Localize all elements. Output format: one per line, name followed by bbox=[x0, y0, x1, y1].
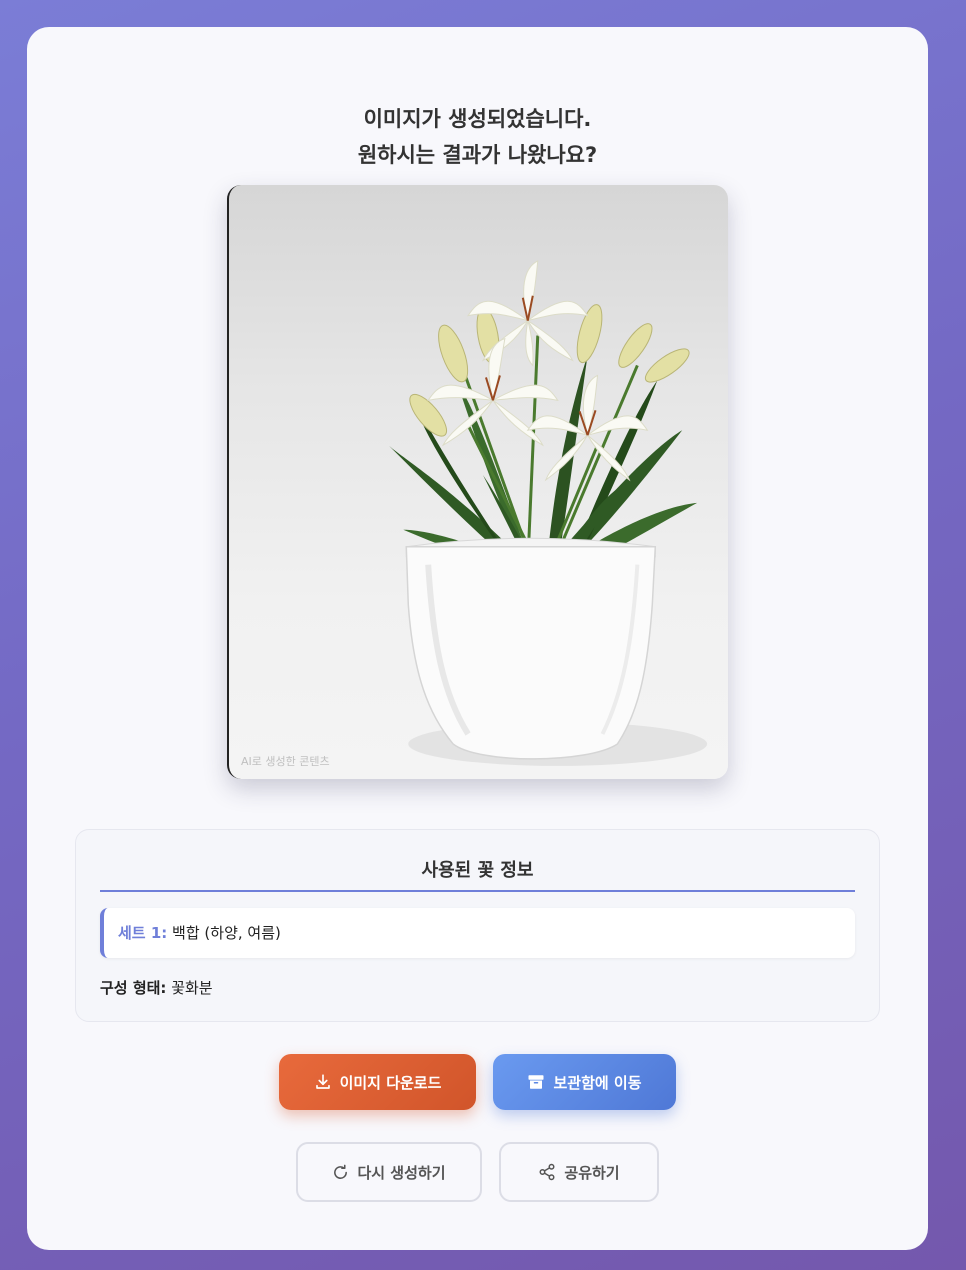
storage-label: 보관함에 이동 bbox=[553, 1073, 642, 1092]
title-line-2: 원하시는 결과가 나왔나요? bbox=[357, 143, 598, 167]
composition-label: 구성 형태: bbox=[100, 979, 167, 997]
lily-plant-illustration bbox=[388, 260, 708, 766]
result-card: 이미지가 생성되었습니다. 원하시는 결과가 나왔나요? AI로 생성한 콘텐츠… bbox=[27, 27, 928, 1250]
set-label: 세트 1: bbox=[118, 924, 168, 942]
download-icon bbox=[314, 1073, 332, 1091]
composition-value: 꽃화분 bbox=[171, 979, 213, 997]
share-button[interactable]: 공유하기 bbox=[499, 1142, 659, 1202]
ai-watermark: AI로 생성한 콘텐츠 bbox=[241, 755, 330, 768]
composition-row: 구성 형태: 꽃화분 bbox=[100, 977, 213, 998]
generated-image: AI로 생성한 콘텐츠 bbox=[227, 185, 728, 779]
flower-info-panel: 사용된 꽃 정보 세트 1: 백합 (하양, 여름) 구성 형태: 꽃화분 bbox=[75, 829, 880, 1022]
title-line-1: 이미지가 생성되었습니다. bbox=[363, 107, 592, 131]
regenerate-button[interactable]: 다시 생성하기 bbox=[296, 1142, 482, 1202]
share-label: 공유하기 bbox=[564, 1163, 620, 1182]
flower-info-title: 사용된 꽃 정보 bbox=[100, 856, 855, 892]
page-title: 이미지가 생성되었습니다. 원하시는 결과가 나왔나요? bbox=[27, 101, 928, 173]
regenerate-label: 다시 생성하기 bbox=[357, 1163, 446, 1182]
share-icon bbox=[538, 1163, 556, 1181]
move-to-storage-button[interactable]: 보관함에 이동 bbox=[493, 1054, 676, 1110]
set-value: 백합 (하양, 여름) bbox=[172, 924, 281, 942]
archive-icon bbox=[527, 1073, 545, 1091]
download-label: 이미지 다운로드 bbox=[339, 1073, 442, 1092]
refresh-icon bbox=[332, 1164, 349, 1181]
flower-set-row: 세트 1: 백합 (하양, 여름) bbox=[100, 908, 855, 958]
download-image-button[interactable]: 이미지 다운로드 bbox=[279, 1054, 476, 1110]
